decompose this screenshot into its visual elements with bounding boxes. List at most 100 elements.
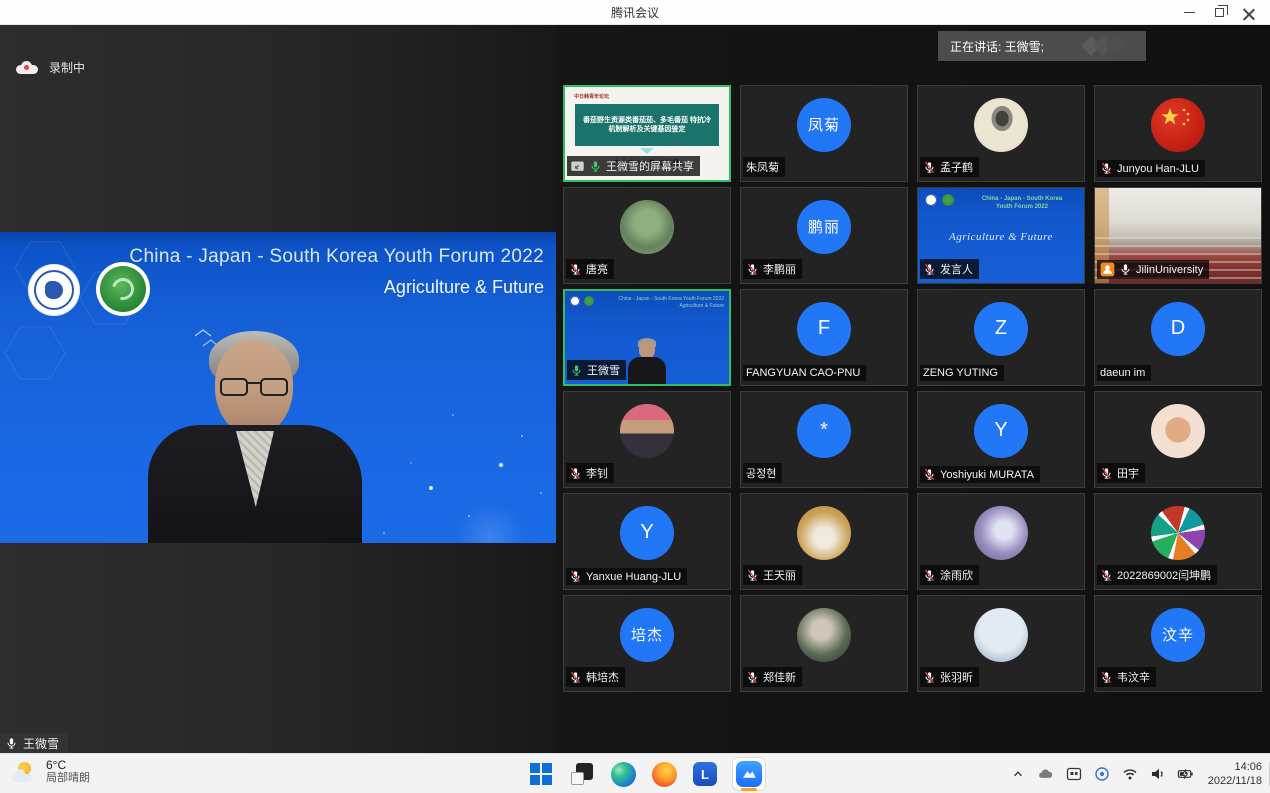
photo-avatar bbox=[974, 506, 1028, 560]
participant-label: 李钊 bbox=[566, 463, 614, 483]
participant-tile-8[interactable]: JilinUniversity bbox=[1094, 187, 1262, 284]
muted-mic-icon bbox=[746, 671, 759, 684]
initial-avatar: 汶辛 bbox=[1151, 608, 1205, 662]
restore-button[interactable] bbox=[1204, 0, 1234, 25]
initial-avatar: Y bbox=[974, 404, 1028, 458]
participant-label: 张羽昕 bbox=[920, 667, 979, 687]
tray-app-circle-icon[interactable] bbox=[1093, 766, 1110, 783]
jilin-university-logo bbox=[28, 264, 80, 316]
participant-name: 张羽昕 bbox=[940, 669, 973, 685]
slide-title: 番茄野生资源类番茄茄、多毛番茄 特抗冷机制解析及关键基因鉴定 bbox=[575, 104, 719, 146]
file-explorer-icon bbox=[571, 763, 593, 785]
close-icon bbox=[1243, 7, 1255, 19]
window-title: 腾讯会议 bbox=[611, 4, 659, 21]
forum-heading: China - Japan - South Korea Youth Forum … bbox=[129, 246, 544, 298]
avatar-text: 汶辛 bbox=[1162, 624, 1194, 645]
avatar-text: D bbox=[1171, 317, 1185, 340]
participant-tile-19[interactable]: 涂雨欣 bbox=[917, 493, 1085, 590]
edge-browser-button[interactable] bbox=[609, 760, 637, 788]
wifi-icon[interactable] bbox=[1121, 766, 1138, 783]
clock-date: 2022/11/18 bbox=[1208, 774, 1262, 788]
taskbar-app-icons: L bbox=[527, 754, 766, 793]
photo-avatar bbox=[620, 200, 674, 254]
participant-name: 孟子鹤 bbox=[940, 159, 973, 175]
stage-speaker-label: 王微雪 bbox=[0, 733, 68, 753]
avatar-text: 凤菊 bbox=[808, 114, 840, 135]
muted-mic-icon bbox=[569, 263, 582, 276]
participant-tile-7[interactable]: China - Japan - South KoreaYouth Forum 2… bbox=[917, 187, 1085, 284]
participant-label: 韩培杰 bbox=[566, 667, 625, 687]
firefox-browser-button[interactable] bbox=[650, 760, 678, 788]
lenovo-app-button[interactable]: L bbox=[691, 760, 719, 788]
weather-widget[interactable]: 6°C 局部晴朗 bbox=[12, 758, 90, 785]
participant-tile-4[interactable]: Junyou Han-JLU bbox=[1094, 85, 1262, 182]
participants-pane: 正在讲话: 王微雪; 中日韩青年论坛番茄野生资源类番茄茄、多毛番茄 特抗冷机制解… bbox=[556, 25, 1270, 753]
mic-icon bbox=[5, 737, 18, 750]
participant-label: 孟子鹤 bbox=[920, 157, 979, 177]
slide-chevron-decoration bbox=[640, 148, 654, 154]
file-explorer-button[interactable] bbox=[568, 760, 596, 788]
participant-tile-21[interactable]: 培杰韩培杰 bbox=[563, 595, 731, 692]
participant-tile-12[interactable]: Ddaeun im bbox=[1094, 289, 1262, 386]
participant-tile-22[interactable]: 郑佳新 bbox=[740, 595, 908, 692]
tencent-meeting-taskbar-button[interactable] bbox=[732, 757, 766, 791]
muted-mic-icon bbox=[923, 161, 936, 174]
participant-tile-2[interactable]: 凤菊朱凤菊 bbox=[740, 85, 908, 182]
participant-tile-13[interactable]: 李钊 bbox=[563, 391, 731, 488]
initial-avatar: D bbox=[1151, 302, 1205, 356]
windows-logo-icon bbox=[530, 763, 552, 785]
avatar-text: F bbox=[818, 317, 830, 340]
active-app-indicator bbox=[741, 788, 757, 791]
participant-tile-17[interactable]: YYanxue Huang-JLU bbox=[563, 493, 731, 590]
participant-tile-23[interactable]: 张羽昕 bbox=[917, 595, 1085, 692]
volume-icon[interactable] bbox=[1149, 766, 1166, 783]
glow-decoration bbox=[455, 502, 525, 543]
participant-label: Junyou Han-JLU bbox=[1097, 160, 1205, 177]
battery-icon[interactable] bbox=[1177, 766, 1194, 783]
avatar-text: * bbox=[820, 419, 828, 442]
participant-name: 韩培杰 bbox=[586, 669, 619, 685]
stage-speaker-name: 王微雪 bbox=[23, 735, 59, 752]
minimize-icon bbox=[1184, 12, 1195, 13]
muted-mic-icon bbox=[569, 467, 582, 480]
participant-tile-18[interactable]: 王天丽 bbox=[740, 493, 908, 590]
participant-name: daeun im bbox=[1100, 367, 1145, 379]
recording-indicator: 录制中 bbox=[16, 59, 85, 76]
participant-label: 공정현 bbox=[743, 463, 782, 483]
ime-icon[interactable] bbox=[1065, 766, 1082, 783]
taskbar-clock[interactable]: 14:06 2022/11/18 bbox=[1208, 760, 1262, 788]
participant-label: ZENG YUTING bbox=[920, 365, 1004, 381]
photo-avatar bbox=[797, 608, 851, 662]
start-button[interactable] bbox=[527, 760, 555, 788]
participant-tile-16[interactable]: 田宇 bbox=[1094, 391, 1262, 488]
participant-tile-14[interactable]: * 공정현 bbox=[740, 391, 908, 488]
mic-icon bbox=[570, 364, 583, 377]
close-button[interactable] bbox=[1234, 0, 1264, 25]
initial-avatar: Y bbox=[620, 506, 674, 560]
recording-cloud-icon bbox=[16, 61, 38, 74]
participant-tile-9[interactable]: China - Japan - South Korea Youth Forum … bbox=[563, 289, 731, 386]
participant-tile-24[interactable]: 汶辛韦汶辛 bbox=[1094, 595, 1262, 692]
participant-tile-15[interactable]: YYoshiyuki MURATA bbox=[917, 391, 1085, 488]
participant-name: JilinUniversity bbox=[1136, 264, 1203, 276]
participant-tile-5[interactable]: 唐亮 bbox=[563, 187, 731, 284]
participant-tile-1[interactable]: 中日韩青年论坛番茄野生资源类番茄茄、多毛番茄 特抗冷机制解析及关键基因鉴定东北农… bbox=[563, 85, 731, 182]
tray-chevron-up-icon[interactable] bbox=[1009, 766, 1026, 783]
jilin-university-logo bbox=[925, 194, 937, 206]
participant-tile-20[interactable]: 2022869002闫坤鹏 bbox=[1094, 493, 1262, 590]
participant-tile-6[interactable]: 鹏丽李鹏丽 bbox=[740, 187, 908, 284]
participant-tile-11[interactable]: Z ZENG YUTING bbox=[917, 289, 1085, 386]
participant-label: 发言人 bbox=[920, 259, 979, 279]
onedrive-cloud-icon[interactable] bbox=[1037, 766, 1054, 783]
participant-tile-10[interactable]: FFANGYUAN CAO-PNU bbox=[740, 289, 908, 386]
clock-time: 14:06 bbox=[1208, 760, 1262, 774]
avatar-text: Z bbox=[995, 317, 1007, 340]
main-stage-video[interactable]: China - Japan - South Korea Youth Forum … bbox=[0, 232, 556, 543]
participant-name: 田宇 bbox=[1117, 465, 1139, 481]
weather-icon bbox=[12, 761, 38, 783]
presenter-silhouette bbox=[148, 331, 362, 543]
minimize-button[interactable] bbox=[1174, 0, 1204, 25]
participant-tile-3[interactable]: 孟子鹤 bbox=[917, 85, 1085, 182]
photo-avatar bbox=[620, 404, 674, 458]
photo-avatar bbox=[974, 98, 1028, 152]
